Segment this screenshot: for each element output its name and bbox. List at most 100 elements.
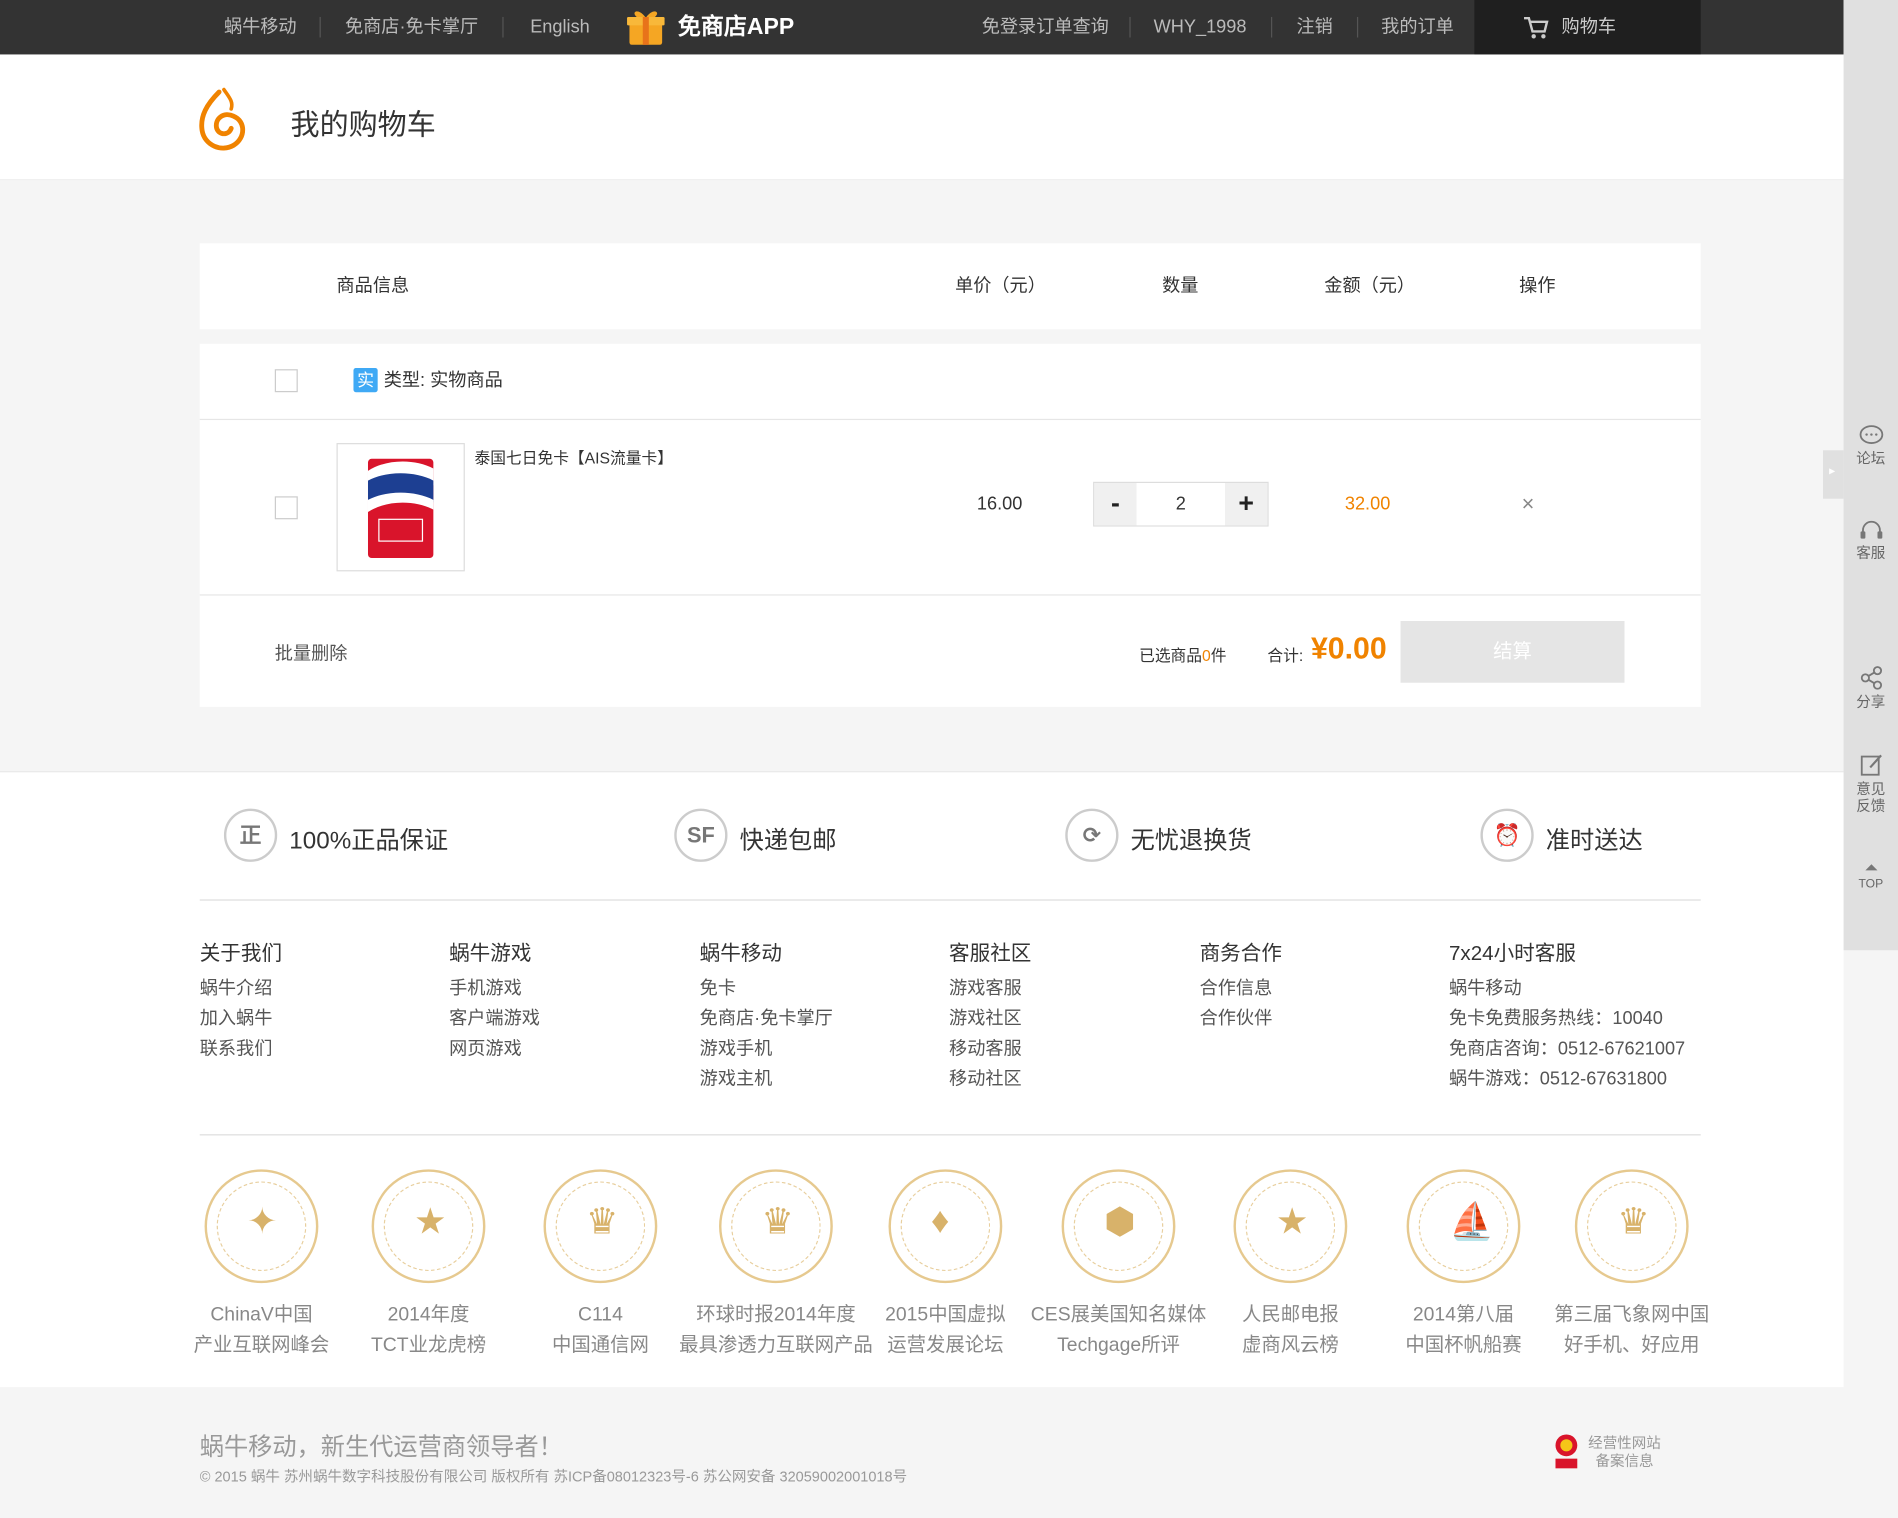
nav-link-username[interactable]: WHY_1998 (1154, 0, 1247, 54)
group-select-checkbox[interactable] (274, 369, 298, 393)
award-line1: C114 (577, 1304, 623, 1326)
license-link[interactable]: 经营性网站 备案信息 (1588, 1434, 1661, 1470)
nav-link-snail-mobile[interactable]: 蜗牛移动 (224, 0, 297, 54)
app-download-link[interactable]: 免商店APP (678, 0, 794, 54)
footer-col-games: 蜗牛游戏 手机游戏 客户端游戏 网页游戏 (449, 936, 540, 1064)
sidebar-item-share[interactable]: 分享 (1844, 665, 1898, 711)
award-line1: 第三届飞象网中国 (1554, 1304, 1710, 1326)
sidebar-item-service[interactable]: 客服 (1844, 518, 1898, 562)
award-item: ✦ ChinaV中国 产业互联网峰会 (165, 1169, 359, 1360)
award-item: ★ 人民邮电报 虚商风云榜 (1194, 1169, 1388, 1360)
footer-col-service: 客服社区 游戏客服 游戏社区 移动客服 移动社区 (949, 936, 1031, 1095)
award-item: ♛ C114 中国通信网 (504, 1169, 698, 1360)
snail-logo[interactable] (197, 87, 248, 155)
footer-link[interactable]: 游戏社区 (949, 1004, 1031, 1034)
quantity-increase-button[interactable]: + (1225, 482, 1268, 526)
award-line2: 最具渗透力互联网产品 (679, 1335, 873, 1356)
guarantee-label: 100%正品保证 (289, 827, 449, 855)
footer-link[interactable]: 移动客服 (949, 1034, 1031, 1064)
footer-link[interactable]: 游戏客服 (949, 973, 1031, 1003)
footer-link[interactable]: 移动社区 (949, 1064, 1031, 1094)
footer-link[interactable]: 联系我们 (200, 1034, 282, 1064)
copyright: © 2015 蜗牛 苏州蜗牛数字科技股份有限公司 版权所有 苏ICP备08012… (199, 1468, 908, 1486)
footer-col-title: 蜗牛移动 (699, 941, 782, 965)
col-header-product: 商品信息 (336, 275, 410, 297)
nav-link-logout[interactable]: 注销 (1296, 0, 1332, 54)
quantity-stepper: - 2 + (1093, 481, 1269, 527)
nav-link-my-orders[interactable]: 我的订单 (1381, 0, 1454, 54)
type-badge: 实 (353, 367, 378, 393)
footer-divider (199, 1134, 1701, 1136)
footer-link[interactable]: 游戏手机 (700, 1034, 833, 1064)
footer-link[interactable]: 合作信息 (1200, 973, 1282, 1003)
page-title: 我的购物车 (290, 108, 436, 142)
cart-group: 实 类型: 实物商品 泰国七日免卡【AIS流量卡】 16.00 - 2 + 32… (199, 343, 1701, 707)
item-select-checkbox[interactable] (274, 496, 298, 520)
footer-link[interactable]: 免卡 (700, 973, 833, 1003)
cart-button[interactable]: 购物车 (1474, 0, 1701, 55)
sidebar-item-feedback[interactable]: 意见反馈 (1844, 752, 1898, 815)
footer-link[interactable]: 网页游戏 (449, 1034, 540, 1064)
product-thumbnail[interactable] (336, 443, 465, 572)
page-header: 我的购物车 (0, 54, 1844, 181)
cart-table-header: 商品信息 单价（元） 数量 金额（元） 操作 (199, 243, 1701, 330)
nav-link-order-lookup[interactable]: 免登录订单查询 (982, 0, 1109, 54)
nav-divider (1356, 16, 1359, 38)
footer-link[interactable]: 手机游戏 (449, 973, 540, 1003)
award-line1: 2014年度 (387, 1304, 470, 1326)
footer-text: 免商店咨询：0512-67621007 (1448, 1038, 1686, 1060)
award-line1: CES展美国知名媒体 (1030, 1304, 1207, 1326)
selected-count-value: 0 (1202, 646, 1211, 665)
nav-link-english[interactable]: English (530, 0, 590, 54)
license-line1: 经营性网站 (1588, 1434, 1661, 1452)
footer-link[interactable]: 客户端游戏 (449, 1004, 540, 1034)
award-medal-icon: ★ (371, 1169, 486, 1284)
sidebar-label: TOP (1858, 877, 1884, 891)
quantity-input[interactable]: 2 (1136, 482, 1226, 526)
award-item: ♛ 第三届飞象网中国 好手机、好应用 (1535, 1169, 1729, 1360)
footer-link[interactable]: 免商店·免卡掌厅 (700, 1004, 833, 1034)
footer-col-title: 蜗牛游戏 (449, 941, 532, 965)
footer-link[interactable]: 游戏主机 (700, 1064, 833, 1094)
sidebar-item-forum[interactable]: 论坛 (1844, 424, 1898, 467)
selected-count: 已选商品0件 (1139, 643, 1226, 666)
award-item: ⛵ 2014第八届 中国杯帆船赛 (1367, 1169, 1561, 1360)
sidebar-item-top[interactable]: TOP (1844, 862, 1898, 893)
award-line1: ChinaV中国 (210, 1304, 313, 1326)
award-medal-icon: ♦ (888, 1169, 1003, 1284)
remove-item-icon[interactable]: × (1522, 491, 1535, 516)
footer-col-title: 商务合作 (1199, 941, 1282, 965)
nav-divider (502, 16, 504, 38)
award-line1: 2015中国虚拟 (885, 1304, 1006, 1326)
business-license-icon[interactable] (1553, 1432, 1580, 1471)
slogan: 蜗牛移动，新生代运营商领导者！ (199, 1434, 563, 1462)
sf-express-icon: SF (674, 808, 728, 862)
total-value: ¥0.00 (1310, 631, 1387, 666)
award-line1: 环球时报2014年度 (696, 1304, 856, 1326)
product-name[interactable]: 泰国七日免卡【AIS流量卡】 (475, 445, 673, 468)
nav-link-free-store[interactable]: 免商店·免卡掌厅 (345, 0, 478, 54)
gift-icon[interactable] (626, 7, 666, 47)
chevron-right-icon: ▸ (1829, 464, 1836, 479)
footer-col-title: 客服社区 (949, 941, 1032, 965)
sidebar-toggle[interactable]: ▸ (1823, 450, 1844, 499)
cart-icon (1524, 16, 1549, 39)
shield-icon: 正 (223, 808, 278, 862)
nav-divider (319, 16, 321, 38)
bulk-delete-link[interactable]: 批量删除 (275, 640, 348, 665)
footer-link[interactable]: 蜗牛介绍 (200, 973, 282, 1003)
checkout-button[interactable]: 结算 (1400, 620, 1625, 683)
refresh-icon: ⟳ (1065, 808, 1119, 862)
headset-icon (1859, 520, 1882, 539)
footer-link[interactable]: 加入蜗牛 (200, 1004, 282, 1034)
footer-text: 蜗牛游戏：0512-67631800 (1448, 1068, 1667, 1090)
footer-link[interactable]: 合作伙伴 (1200, 1004, 1282, 1034)
award-medal-icon: ⬢ (1061, 1169, 1176, 1284)
footer-col-title: 7x24小时客服 (1448, 941, 1576, 965)
quantity-decrease-button[interactable]: - (1094, 482, 1137, 526)
award-line2: TCT业龙虎榜 (370, 1335, 487, 1356)
award-line2: 运营发展论坛 (887, 1335, 1004, 1356)
award-item: ♦ 2015中国虚拟 运营发展论坛 (849, 1169, 1043, 1360)
award-line2: Techgage所评 (1057, 1335, 1180, 1356)
award-medal-icon: ✦ (204, 1169, 319, 1284)
